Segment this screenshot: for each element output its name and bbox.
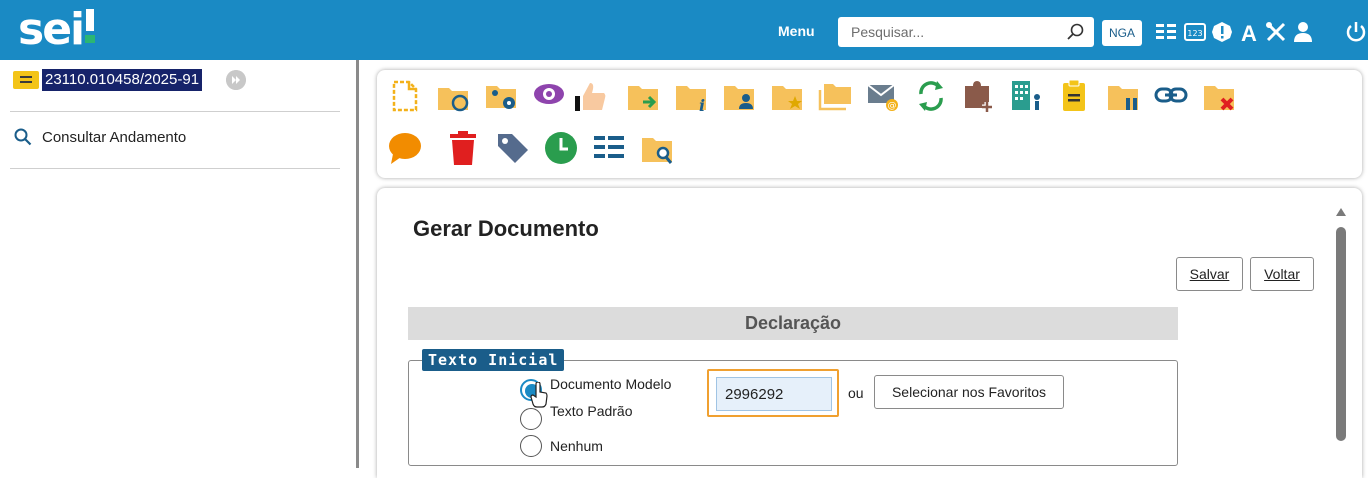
radio-button[interactable] bbox=[520, 408, 542, 430]
search-box bbox=[838, 17, 1094, 47]
folder-pause-icon[interactable] bbox=[1105, 78, 1141, 114]
folders-icon[interactable] bbox=[817, 78, 853, 114]
unit-badge[interactable]: NGA bbox=[1102, 20, 1142, 46]
action-toolbar: i @ bbox=[377, 70, 1362, 178]
list-icon[interactable] bbox=[591, 130, 627, 166]
sidebar-divider bbox=[10, 111, 340, 112]
alert-icon[interactable] bbox=[1210, 20, 1234, 44]
save-button[interactable]: Salvar bbox=[1176, 257, 1243, 291]
folder-search-icon[interactable] bbox=[639, 130, 675, 166]
trash-icon[interactable] bbox=[445, 130, 481, 166]
consultar-andamento-link[interactable]: Consultar Andamento bbox=[14, 128, 186, 146]
process-icon bbox=[13, 71, 39, 89]
power-icon[interactable] bbox=[1344, 20, 1368, 44]
radio-texto-padrao[interactable]: Texto Padrão bbox=[520, 403, 633, 430]
svg-text:@: @ bbox=[888, 101, 897, 111]
radio-nenhum[interactable]: Nenhum bbox=[520, 435, 603, 457]
fieldset-legend: Texto Inicial bbox=[422, 349, 565, 371]
model-input-highlight bbox=[707, 369, 839, 417]
link-icon[interactable] bbox=[1153, 78, 1189, 114]
scrollbar-thumb[interactable] bbox=[1336, 227, 1346, 441]
thumbs-up-icon[interactable] bbox=[573, 78, 609, 114]
modelo-number-input[interactable] bbox=[716, 377, 832, 411]
logo-mark bbox=[85, 9, 96, 43]
list-icon[interactable] bbox=[1154, 20, 1178, 44]
eye-icon[interactable] bbox=[531, 78, 567, 114]
tag-icon[interactable] bbox=[495, 130, 531, 166]
expand-icon[interactable] bbox=[226, 70, 246, 90]
left-panel bbox=[0, 60, 356, 468]
consultar-andamento-label: Consultar Andamento bbox=[42, 128, 187, 146]
folder-star-icon[interactable] bbox=[769, 78, 805, 114]
sei-logo[interactable]: sei bbox=[18, 2, 96, 58]
user-icon[interactable] bbox=[1291, 20, 1315, 44]
search-input[interactable] bbox=[838, 17, 1063, 47]
svg-text:i: i bbox=[699, 96, 705, 114]
radio-button[interactable] bbox=[520, 435, 542, 457]
sidebar-divider bbox=[10, 168, 340, 169]
folder-send-icon[interactable] bbox=[625, 78, 661, 114]
clock-icon[interactable] bbox=[543, 130, 579, 166]
svg-text:A: A bbox=[1241, 21, 1257, 44]
mouse-cursor-icon bbox=[530, 382, 548, 408]
search-icon bbox=[14, 128, 32, 146]
tools-icon[interactable] bbox=[1264, 20, 1288, 44]
menu-button[interactable]: Menu bbox=[778, 23, 815, 39]
top-header: sei Menu NGA 123 A bbox=[0, 0, 1368, 60]
folder-user-icon[interactable] bbox=[721, 78, 757, 114]
calculator-icon[interactable]: 123 bbox=[1183, 20, 1207, 44]
folder-users-settings-icon[interactable] bbox=[483, 78, 519, 114]
select-favorites-button[interactable]: Selecionar nos Favoritos bbox=[874, 375, 1064, 409]
process-number[interactable]: 23110.010458/2025-91 bbox=[42, 69, 203, 91]
comment-icon[interactable] bbox=[387, 130, 423, 166]
folder-info-icon[interactable]: i bbox=[673, 78, 709, 115]
back-label: Voltar bbox=[1264, 266, 1300, 282]
or-label: ou bbox=[848, 385, 864, 401]
back-button[interactable]: Voltar bbox=[1250, 257, 1314, 291]
scroll-up-arrow-icon[interactable] bbox=[1335, 207, 1347, 217]
save-label: Salvar bbox=[1189, 266, 1230, 282]
new-document-icon[interactable] bbox=[387, 78, 423, 114]
logo-text: sei bbox=[18, 4, 85, 55]
folder-sync-icon[interactable] bbox=[435, 78, 471, 114]
email-icon[interactable]: @ bbox=[865, 78, 901, 114]
font-icon[interactable]: A bbox=[1237, 20, 1261, 44]
puzzle-add-icon[interactable] bbox=[961, 78, 997, 114]
building-user-icon[interactable] bbox=[1009, 78, 1045, 114]
radio-label: Texto Padrão bbox=[550, 403, 633, 419]
svg-text:123: 123 bbox=[1187, 29, 1202, 38]
page-title: Gerar Documento bbox=[413, 216, 599, 241]
refresh-icon[interactable] bbox=[913, 78, 949, 114]
radio-label: Documento Modelo bbox=[550, 376, 672, 392]
section-title: Declaração bbox=[408, 307, 1178, 340]
search-icon[interactable] bbox=[1066, 22, 1086, 42]
clipboard-icon[interactable] bbox=[1057, 78, 1093, 114]
radio-label: Nenhum bbox=[550, 438, 603, 454]
folder-cancel-icon[interactable] bbox=[1201, 78, 1237, 114]
panel-divider[interactable] bbox=[356, 60, 359, 468]
